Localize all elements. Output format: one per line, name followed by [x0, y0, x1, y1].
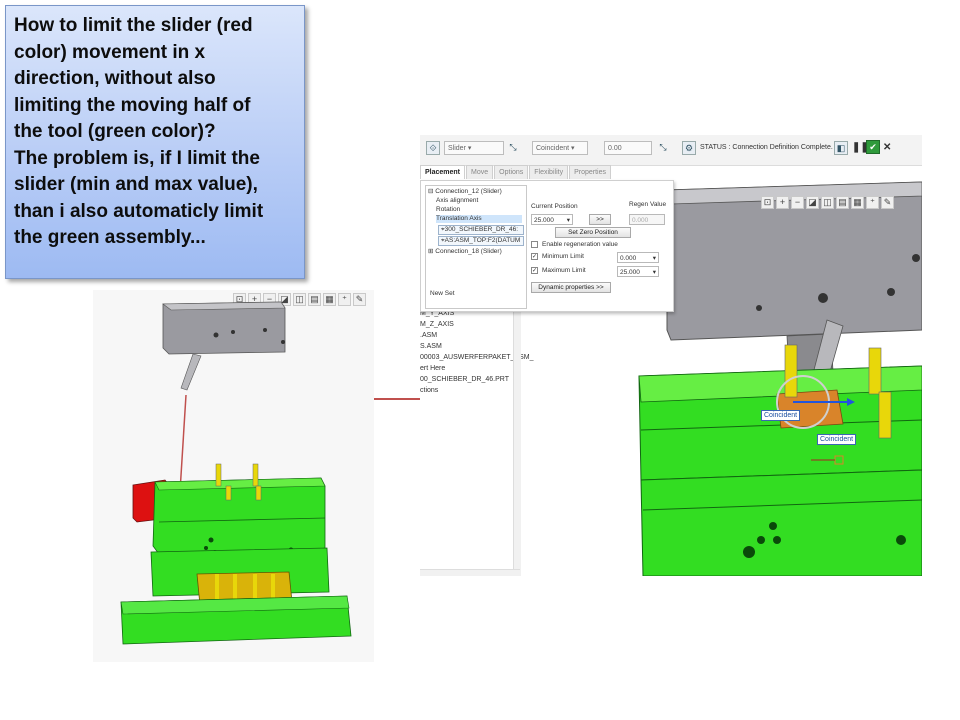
flip-constraint-icon[interactable]: ⤡ [656, 141, 670, 155]
axis-alignment-item[interactable]: Axis alignment [436, 197, 478, 205]
connection-dashboard: ⟐ Slider ▾ ⤡ Coincident ▾ 0.00 ⤡ ⚙ STATU… [420, 135, 922, 166]
datum-display-icon[interactable]: ⁺ [866, 196, 879, 209]
status-icon: ⚙ [682, 141, 696, 155]
tab-move[interactable]: Move [466, 165, 494, 179]
min-limit-checkbox[interactable]: ✓ [531, 253, 538, 260]
dashboard-tabs: Placement Move Options Flexibility Prope… [420, 165, 612, 179]
reference-2[interactable]: ⌖AS:ASM_TOP:F2(DATUM [438, 236, 524, 246]
dynamic-properties-button[interactable]: Dynamic properties >> [531, 282, 611, 293]
max-limit-label: Maximum Limit [542, 267, 586, 274]
tree-horizontal-scrollbar[interactable] [420, 569, 520, 576]
main-view-toolbar: ⊡ + − ◪ ◫ ▤ ▦ ⁺ ✎ [761, 196, 894, 209]
tree-item[interactable]: S.ASM [420, 343, 442, 350]
set-zero-position-button[interactable]: Set Zero Position [555, 227, 631, 238]
constraint-type-dropdown[interactable]: Coincident ▾ [532, 141, 588, 155]
regen-value-label: Regen Value [629, 201, 667, 208]
enable-regen-checkbox[interactable] [531, 241, 538, 248]
display-style-icon[interactable]: ▦ [851, 196, 864, 209]
coincident-label-1[interactable]: Coincident [761, 410, 801, 421]
left-model-view[interactable]: ⊡ + − ◪ ◫ ▤ ▦ ⁺ ✎ [93, 290, 374, 662]
connection-type-icon[interactable]: ⟐ [426, 141, 440, 155]
set-zero-label: Set Zero Position [568, 229, 618, 236]
max-limit-value: 25.000 [620, 269, 640, 276]
flip-icon[interactable]: ⤡ [506, 141, 520, 155]
regen-value-field[interactable]: 0.000 [629, 214, 665, 225]
check-icon[interactable]: ✔ [866, 140, 880, 154]
tab-properties[interactable]: Properties [569, 165, 611, 179]
placement-panel: ⊟ Connection_12 (Slider) Axis alignment … [420, 180, 674, 312]
offset-field[interactable]: 0.00 [604, 141, 652, 155]
rotation-item[interactable]: Rotation [436, 206, 460, 214]
connection-tree: ⊟ Connection_12 (Slider) Axis alignment … [425, 185, 527, 309]
min-limit-field[interactable]: 0.000 ▾ [617, 252, 659, 263]
dynamic-properties-label: Dynamic properties >> [538, 284, 604, 291]
min-limit-label: Minimum Limit [542, 253, 584, 260]
question-text: How to limit the slider (red color) move… [14, 15, 264, 248]
current-position-label: Current Position [531, 203, 578, 210]
tab-flexibility[interactable]: Flexibility [529, 165, 569, 179]
tree-item[interactable]: ert Here [420, 365, 445, 372]
connection-18-item[interactable]: ⊞ Connection_18 (Slider) [428, 248, 502, 256]
enable-regen-label: Enable regeneration value [542, 241, 618, 248]
connection-type-value: Slider [448, 145, 466, 152]
regen-value-value: 0.000 [632, 217, 649, 224]
max-limit-field[interactable]: 25.000 ▾ [617, 266, 659, 277]
constraint-type-value: Coincident [536, 145, 570, 152]
tree-item[interactable]: 00_SCHIEBER_DR_46.PRT [420, 376, 509, 383]
tree-item[interactable]: .ASM [420, 332, 437, 339]
max-limit-checkbox[interactable]: ✓ [531, 267, 538, 274]
translation-axis-item[interactable]: Translation Axis [436, 215, 522, 223]
reference-1[interactable]: ⌖300_SCHIEBER_DR_46: [438, 225, 524, 235]
question-callout: How to limit the slider (red color) move… [5, 5, 305, 279]
left-model-graphic [120, 301, 352, 645]
tab-options[interactable]: Options [494, 165, 529, 179]
offset-value: 0.00 [608, 145, 622, 152]
view-orient-icon[interactable]: ◫ [821, 196, 834, 209]
connection-type-dropdown[interactable]: Slider ▾ [444, 141, 504, 155]
current-position-field[interactable]: 25.000 ▾ [531, 214, 573, 225]
zoom-fit-icon[interactable]: ⊡ [761, 196, 774, 209]
tab-placement[interactable]: Placement [420, 165, 466, 179]
apply-position-button[interactable]: >> [589, 214, 611, 225]
zoom-in-icon[interactable]: + [776, 196, 789, 209]
zoom-out-icon[interactable]: − [791, 196, 804, 209]
tree-vertical-scrollbar[interactable] [513, 310, 521, 576]
current-position-value: 25.000 [534, 217, 554, 224]
connection-12-item[interactable]: ⊟ Connection_12 (Slider) [428, 188, 502, 196]
status-text: STATUS : Connection Definition Complete. [700, 144, 833, 151]
tree-item[interactable]: M_Z_AXIS [420, 321, 454, 328]
preview-icon[interactable]: ◧ [834, 141, 848, 155]
repaint-icon[interactable]: ◪ [806, 196, 819, 209]
new-set-item[interactable]: New Set [430, 290, 455, 298]
coincident-label-2[interactable]: Coincident [817, 434, 857, 445]
creo-window: ⟐ Slider ▾ ⤡ Coincident ▾ 0.00 ⤡ ⚙ STATU… [420, 135, 922, 576]
close-icon[interactable]: ✕ [883, 141, 891, 155]
annotation-icon[interactable]: ✎ [881, 196, 894, 209]
tree-item[interactable]: ctions [420, 387, 438, 394]
min-limit-value: 0.000 [620, 255, 637, 262]
saved-views-icon[interactable]: ▤ [836, 196, 849, 209]
